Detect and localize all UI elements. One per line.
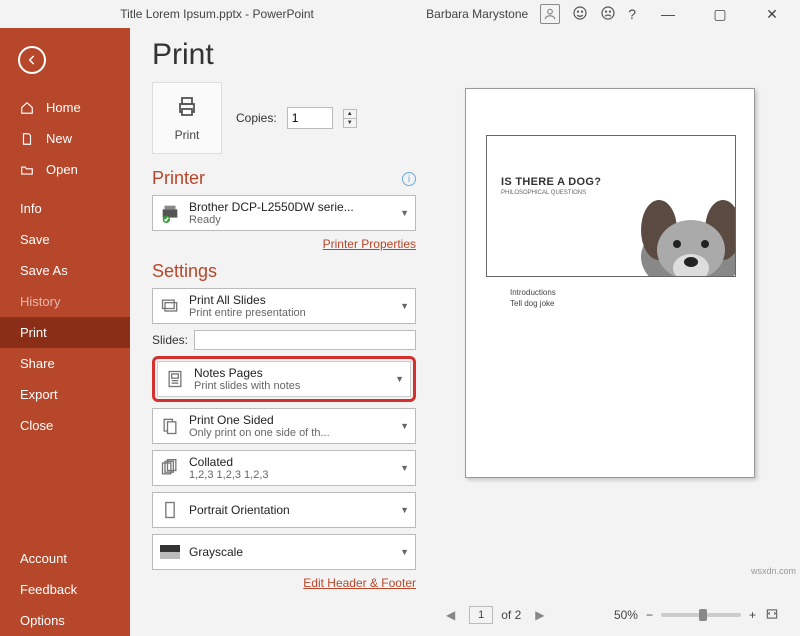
help-icon[interactable]: ?	[628, 6, 636, 22]
chevron-down-icon: ▼	[400, 208, 409, 218]
highlight-annotation: Notes PagesPrint slides with notes ▼	[152, 356, 416, 402]
nav-new[interactable]: New	[0, 123, 130, 154]
nav-close[interactable]: Close	[0, 410, 130, 441]
user-name: Barbara Marystone	[426, 7, 528, 21]
collated-select[interactable]: Collated1,2,3 1,2,3 1,2,3 ▼	[152, 450, 416, 486]
preview-status-bar: ◀ 1 of 2 ▶ 50% − +	[438, 600, 782, 630]
chevron-down-icon: ▼	[400, 301, 409, 311]
zoom-label: 50%	[614, 608, 638, 622]
zoom-out-button[interactable]: −	[646, 608, 653, 622]
smile-icon[interactable]	[572, 5, 588, 24]
printer-heading: Printer	[152, 168, 416, 189]
zoom-in-button[interactable]: +	[749, 608, 756, 622]
copies-label: Copies:	[236, 111, 277, 125]
slides-label: Slides:	[152, 333, 188, 347]
copies-input[interactable]	[287, 107, 333, 129]
page-count-label: of 2	[501, 608, 521, 622]
dog-image	[611, 182, 736, 277]
slides-stack-icon	[159, 295, 181, 317]
print-preview: IS THERE A DOG? PHILOSOPHICAL QUESTIONS …	[430, 28, 800, 636]
back-button[interactable]	[18, 46, 46, 74]
nav-account[interactable]: Account	[0, 543, 130, 574]
watermark: wsxdn.com	[751, 566, 796, 576]
maximize-button[interactable]: ▢	[700, 6, 740, 23]
printer-ready-icon	[159, 202, 181, 224]
slides-input[interactable]	[194, 330, 416, 350]
print-range-select[interactable]: Print All SlidesPrint entire presentatio…	[152, 288, 416, 324]
nav-save[interactable]: Save	[0, 224, 130, 255]
prev-page-button[interactable]: ◀	[440, 608, 461, 622]
grayscale-icon	[159, 541, 181, 563]
preview-page: IS THERE A DOG? PHILOSOPHICAL QUESTIONS …	[465, 88, 755, 478]
zoom-slider[interactable]	[661, 613, 741, 617]
nav-print[interactable]: Print	[0, 317, 130, 348]
sides-select[interactable]: Print One SidedOnly print on one side of…	[152, 408, 416, 444]
nav-feedback[interactable]: Feedback	[0, 574, 130, 605]
preview-note-2: Tell dog joke	[510, 298, 734, 309]
minimize-button[interactable]: —	[648, 6, 688, 22]
one-sided-icon	[159, 415, 181, 437]
nav-history: History	[0, 286, 130, 317]
fit-page-button[interactable]	[764, 607, 780, 624]
nav-home[interactable]: Home	[0, 92, 130, 123]
document-title: Title Lorem Ipsum.pptx - PowerPoint	[8, 7, 426, 21]
chevron-down-icon: ▼	[395, 374, 404, 384]
user-avatar-icon[interactable]	[540, 4, 560, 24]
title-bar: Title Lorem Ipsum.pptx - PowerPoint Barb…	[0, 0, 800, 28]
nav-info[interactable]: Info	[0, 193, 130, 224]
chevron-down-icon: ▼	[400, 421, 409, 431]
slide-headline: IS THERE A DOG?	[501, 176, 601, 188]
printer-properties-link[interactable]: Printer Properties	[152, 237, 416, 251]
notes-page-icon	[164, 368, 186, 390]
nav-open[interactable]: Open	[0, 154, 130, 185]
nav-save-as[interactable]: Save As	[0, 255, 130, 286]
current-page-input[interactable]: 1	[469, 606, 493, 624]
chevron-down-icon: ▼	[400, 463, 409, 473]
printer-info-icon[interactable]: i	[402, 172, 416, 186]
layout-select[interactable]: Notes PagesPrint slides with notes ▼	[157, 361, 411, 397]
open-icon	[20, 163, 36, 177]
close-window-button[interactable]: ✕	[752, 6, 792, 23]
backstage-sidebar: Home New Open Info Save Save As History …	[0, 28, 130, 636]
slide-subtitle: PHILOSOPHICAL QUESTIONS	[501, 190, 586, 196]
page-title: Print	[152, 38, 416, 72]
edit-header-footer-link[interactable]: Edit Header & Footer	[152, 576, 416, 590]
copies-spinner[interactable]: ▲▼	[343, 109, 357, 128]
next-page-button[interactable]: ▶	[529, 608, 550, 622]
print-button-label: Print	[175, 128, 200, 142]
nav-export[interactable]: Export	[0, 379, 130, 410]
printer-select[interactable]: Brother DCP-L2550DW serie...Ready ▼	[152, 195, 416, 231]
portrait-icon	[159, 499, 181, 521]
home-icon	[20, 101, 36, 115]
new-icon	[20, 132, 36, 146]
preview-slide: IS THERE A DOG? PHILOSOPHICAL QUESTIONS	[486, 135, 736, 277]
chevron-down-icon: ▼	[400, 547, 409, 557]
nav-share[interactable]: Share	[0, 348, 130, 379]
orientation-select[interactable]: Portrait Orientation ▼	[152, 492, 416, 528]
frown-icon[interactable]	[600, 5, 616, 24]
nav-options[interactable]: Options	[0, 605, 130, 636]
color-select[interactable]: Grayscale ▼	[152, 534, 416, 570]
collated-icon	[159, 457, 181, 479]
print-button[interactable]: Print	[152, 82, 222, 154]
settings-heading: Settings	[152, 261, 416, 282]
printer-icon	[173, 95, 201, 122]
preview-note-1: Introductions	[510, 287, 734, 298]
chevron-down-icon: ▼	[400, 505, 409, 515]
